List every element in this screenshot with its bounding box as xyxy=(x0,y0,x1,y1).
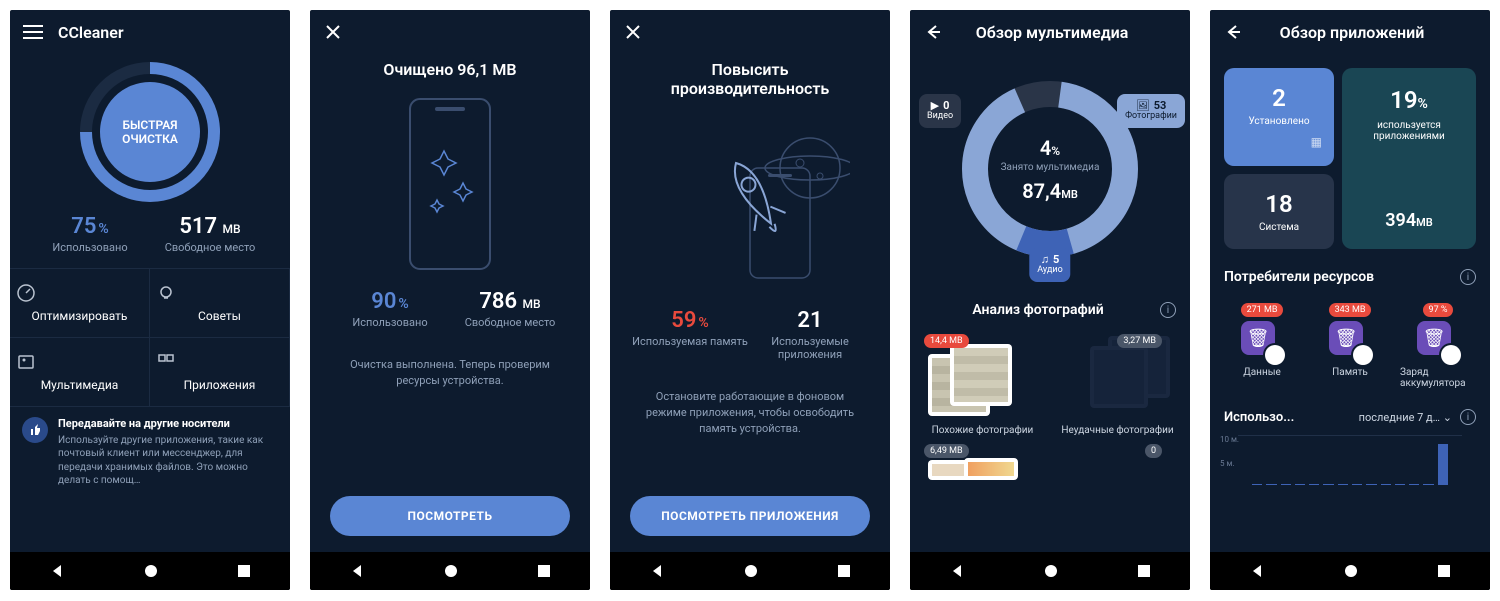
chevron-down-icon: ⌄ xyxy=(1443,411,1452,424)
info-icon[interactable]: i xyxy=(1460,269,1476,285)
rocket-illustration xyxy=(610,98,890,308)
gauge-icon xyxy=(16,283,143,303)
menu-icon[interactable] xyxy=(22,21,44,43)
back-icon[interactable] xyxy=(1222,21,1244,43)
view-button[interactable]: ПОСМОТРЕТЬ xyxy=(330,496,570,536)
tile-tips[interactable]: Советы xyxy=(150,269,290,338)
screen-title: Обзор мультимедиа xyxy=(958,23,1146,42)
tip-card[interactable]: Передавайте на другие носители Используй… xyxy=(10,407,290,498)
media-donut-chart: 4% Занято мультимедиа 87,4MB ▶0 Видео 🖼5… xyxy=(955,74,1145,264)
view-apps-button[interactable]: ПОСМОТРЕТЬ ПРИЛОЖЕНИЯ xyxy=(630,496,870,536)
tip-body: Используйте другие приложения, такие как… xyxy=(58,434,278,488)
nav-back-icon[interactable] xyxy=(649,563,665,579)
used-value: 75 xyxy=(71,214,96,239)
consumer-battery[interactable]: 97 % 🗑 Заряд аккумулятора xyxy=(1400,303,1476,389)
storage-stats: 75% Использовано 517 MB Свободное место xyxy=(10,214,290,268)
topbar: CCleaner xyxy=(10,10,290,54)
bulb-icon xyxy=(156,283,283,303)
app-title: CCleaner xyxy=(58,23,124,42)
nav-back-icon[interactable] xyxy=(1249,563,1265,579)
nav-home-icon[interactable] xyxy=(743,563,759,579)
card-system[interactable]: 18 Система xyxy=(1224,174,1334,249)
nav-back-icon[interactable] xyxy=(49,563,65,579)
photo-group-4[interactable]: 0 xyxy=(1059,446,1176,476)
grid-icon: ▦ xyxy=(1311,135,1322,149)
nav-recent-icon[interactable] xyxy=(1137,564,1151,578)
screen-home: CCleaner БЫСТРАЯ ОЧИСТКА 75% Использован… xyxy=(10,10,290,590)
card-apps-usage[interactable]: 19% используется приложениями 394MB xyxy=(1342,68,1476,249)
screen-media: Обзор мультимедиа 4% Занято мультимедиа … xyxy=(910,10,1190,590)
screen-boost: Повысить производительность 59% xyxy=(610,10,890,590)
topbar: Обзор приложений xyxy=(1210,10,1490,54)
free-value: 517 xyxy=(179,214,217,239)
boost-headline: Повысить производительность xyxy=(610,54,890,98)
chip-audio[interactable]: ♫5 Аудио xyxy=(1029,248,1070,282)
thumbs-up-icon xyxy=(22,417,48,443)
bad-photos-group[interactable]: 3,27 MB Неудачные фотографии xyxy=(1059,336,1176,436)
nav-home-icon[interactable] xyxy=(1343,563,1359,579)
photo-group-3[interactable]: 6,49 MB xyxy=(924,446,1041,476)
section-photo-analysis: Анализ фотографий xyxy=(924,302,1152,318)
cleaned-headline: Очищено 96,1 MB xyxy=(310,54,590,79)
nav-back-icon[interactable] xyxy=(949,563,965,579)
nav-recent-icon[interactable] xyxy=(237,564,251,578)
close-icon[interactable] xyxy=(622,21,644,43)
consumer-data[interactable]: 271 MB 🗑 Данные xyxy=(1224,303,1300,389)
boost-subtext: Остановите работающие в фоновом режиме п… xyxy=(610,375,890,451)
tile-apps[interactable]: Приложения xyxy=(150,338,290,407)
nav-home-icon[interactable] xyxy=(1043,563,1059,579)
chip-video[interactable]: ▶0 Видео xyxy=(919,94,961,128)
card-installed[interactable]: 2 Установлено ▦ xyxy=(1224,68,1334,166)
tile-media[interactable]: Мультимедиа xyxy=(10,338,150,407)
nav-home-icon[interactable] xyxy=(143,563,159,579)
memory-stats: 59% Используемая память 21 Используемые … xyxy=(610,308,890,375)
period-dropdown[interactable]: последние 7 д… ⌄ xyxy=(1359,411,1452,424)
nav-recent-icon[interactable] xyxy=(537,564,551,578)
cleaned-subtext: Очистка выполнена. Теперь проверим ресур… xyxy=(310,343,590,403)
usage-label: Использо... xyxy=(1224,410,1351,425)
quick-clean-label: БЫСТРАЯ ОЧИСТКА xyxy=(100,82,200,182)
android-navbar xyxy=(310,552,590,590)
topbar xyxy=(310,10,590,54)
close-icon[interactable] xyxy=(322,21,344,43)
nav-back-icon[interactable] xyxy=(349,563,365,579)
quick-clean-ring[interactable]: БЫСТРАЯ ОЧИСТКА xyxy=(80,62,220,202)
phone-sparkle-illustration xyxy=(310,79,590,289)
nav-home-icon[interactable] xyxy=(443,563,459,579)
section-consumers: Потребители ресурсов xyxy=(1224,269,1452,285)
consumer-memory[interactable]: 343 MB 🗑 Память xyxy=(1312,303,1388,389)
chip-photo[interactable]: 🖼53 Фотографии xyxy=(1117,94,1185,128)
android-navbar xyxy=(910,552,1190,590)
usage-bar-chart xyxy=(1238,435,1462,485)
info-icon[interactable]: i xyxy=(1460,409,1476,425)
back-icon[interactable] xyxy=(922,21,944,43)
android-navbar xyxy=(610,552,890,590)
storage-stats: 90% Использовано 786 MB Свободное место xyxy=(310,289,590,343)
android-navbar xyxy=(1210,552,1490,590)
android-navbar xyxy=(10,552,290,590)
image-icon xyxy=(16,352,143,372)
similar-photos-group[interactable]: 14,4 MB Похожие фотографии xyxy=(924,336,1041,436)
nav-recent-icon[interactable] xyxy=(837,564,851,578)
info-icon[interactable]: i xyxy=(1160,302,1176,318)
tile-optimize[interactable]: Оптимизировать xyxy=(10,269,150,338)
apps-icon xyxy=(156,352,283,372)
screen-cleaned: Очищено 96,1 MB 90% Использовано 786 MB … xyxy=(310,10,590,590)
screen-apps: Обзор приложений 2 Установлено ▦ 18 Сист… xyxy=(1210,10,1490,590)
topbar: Обзор мультимедиа xyxy=(910,10,1190,54)
topbar xyxy=(610,10,890,54)
screen-title: Обзор приложений xyxy=(1258,23,1446,42)
nav-recent-icon[interactable] xyxy=(1437,564,1451,578)
tip-title: Передавайте на другие носители xyxy=(58,417,278,432)
